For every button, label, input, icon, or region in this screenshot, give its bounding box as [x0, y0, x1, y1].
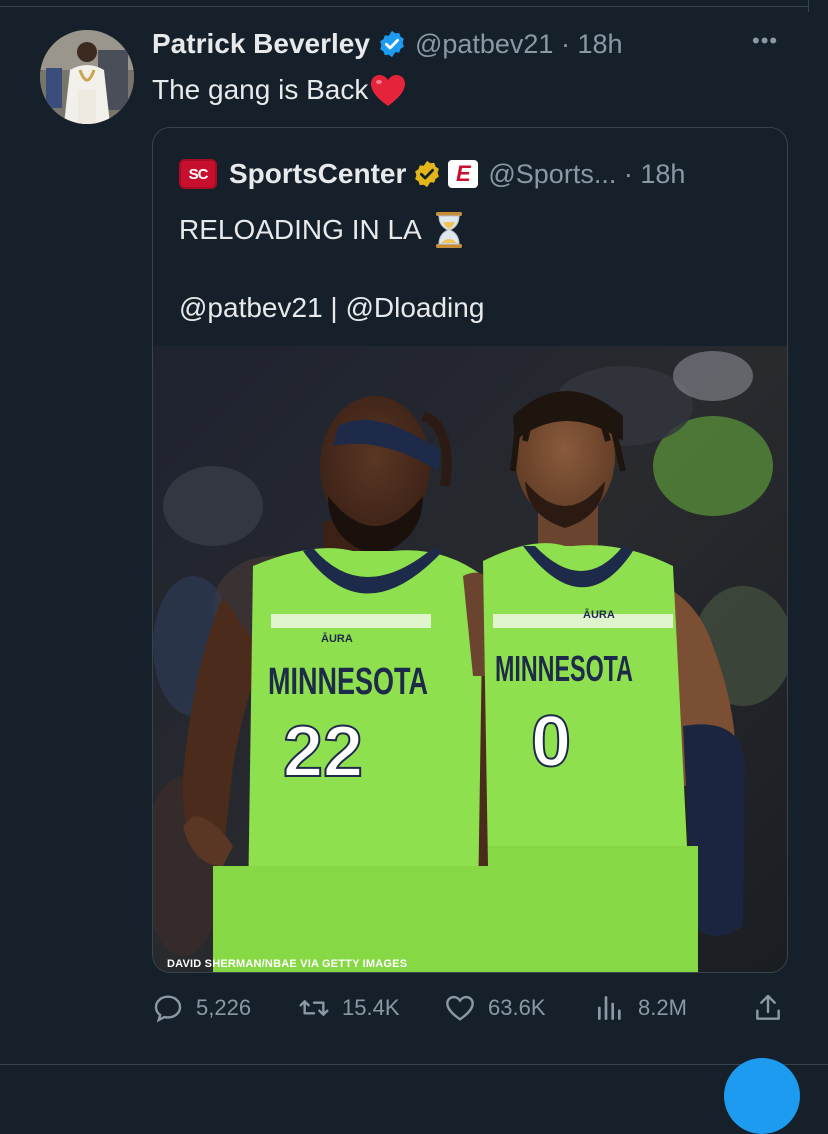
reply-button[interactable]: 5,226	[152, 992, 251, 1024]
avatar[interactable]	[40, 30, 134, 124]
reply-count: 5,226	[196, 995, 252, 1020]
compose-fab-button[interactable]	[724, 1058, 800, 1134]
tweet-header: Patrick Beverley @patbev21 · 18h	[152, 28, 623, 60]
right-jersey-team: MINNESOTA	[495, 648, 633, 689]
tweet-text: The gang is Back	[152, 72, 406, 108]
retweet-count: 15.4K	[342, 995, 400, 1020]
top-divider	[0, 6, 808, 7]
share-button[interactable]	[752, 992, 784, 1024]
photo-credit: DAVID SHERMAN/NBAE VIA GETTY IMAGES	[167, 958, 408, 970]
quoted-author-name[interactable]: SportsCenter	[229, 158, 406, 190]
reply-icon	[154, 995, 182, 1023]
retweet-icon	[299, 1000, 329, 1016]
verified-badge-icon	[380, 30, 404, 58]
quoted-text-line1: RELOADING IN LA	[179, 210, 464, 250]
tweet-text-content: The gang is Back	[152, 74, 369, 105]
like-count: 63.6K	[488, 995, 546, 1020]
left-jersey-number: 22	[283, 712, 363, 792]
views-button[interactable]: 8.2M	[594, 992, 687, 1024]
quoted-tweet-card[interactable]: SC SportsCenter E @Sports... · 18h RELOA…	[152, 127, 788, 973]
like-heart-icon	[446, 995, 474, 1021]
more-options-icon[interactable]: •••	[752, 28, 778, 54]
share-icon	[756, 994, 780, 1020]
right-jersey-number: 0	[531, 702, 571, 782]
quoted-header: SC SportsCenter E @Sports... · 18h	[179, 158, 685, 190]
like-button[interactable]: 63.6K	[444, 992, 546, 1024]
left-jersey-brand: ĀURA	[321, 633, 353, 645]
views-count: 8.2M	[638, 995, 687, 1020]
views-chart-icon	[598, 996, 621, 1020]
right-jersey-brand: ĀURA	[583, 609, 615, 621]
author-handle[interactable]: @patbev21 · 18h	[415, 29, 623, 60]
quoted-text-line1-content: RELOADING IN LA	[179, 214, 422, 245]
red-heart-emoji-icon	[371, 75, 406, 106]
gold-verified-badge-icon	[415, 160, 440, 188]
hourglass-emoji-icon	[435, 212, 462, 248]
quoted-text-line2: @patbev21 | @Dloading	[179, 292, 485, 323]
sportscenter-logo[interactable]: SC	[179, 159, 217, 189]
espn-affiliate-badge[interactable]: E	[448, 160, 479, 188]
quoted-author-handle[interactable]: @Sports... · 18h	[488, 159, 685, 190]
tweet-photo[interactable]: ĀURA MINNESOTA 22 ĀURA MINNESOTA 0 DAVID…	[153, 346, 787, 972]
tweet-action-bar: 5,226 15.4K 63.6K 8.2M	[152, 992, 792, 1028]
left-jersey-team: MINNESOTA	[268, 661, 428, 703]
bottom-divider	[0, 1064, 828, 1065]
top-divider-edge	[808, 0, 809, 12]
author-name[interactable]: Patrick Beverley	[152, 28, 370, 60]
retweet-button[interactable]: 15.4K	[298, 992, 400, 1024]
